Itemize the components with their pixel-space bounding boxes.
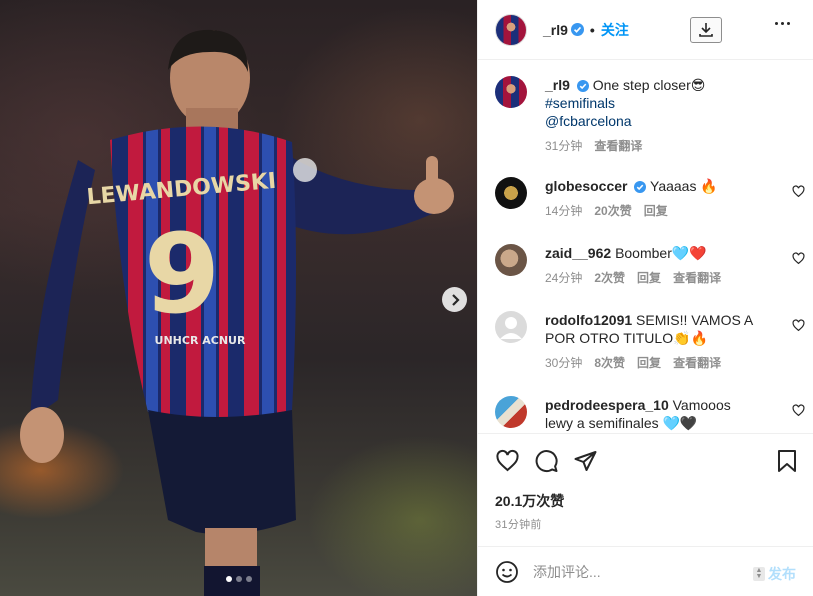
heart-icon[interactable]	[792, 319, 805, 332]
carousel-dot	[236, 576, 242, 582]
reply-button[interactable]: 回复	[644, 202, 668, 219]
more-icon	[781, 22, 784, 25]
comment-icon[interactable]	[534, 449, 559, 473]
comment-likes[interactable]: 20次赞	[594, 202, 631, 219]
translate-button[interactable]: 查看翻译	[673, 269, 721, 286]
heart-icon[interactable]	[495, 449, 520, 473]
player-illustration: LEWANDOWSKI 9 UNHCR ACNUR	[20, 29, 454, 596]
comment-text: Boomber🩵❤️	[615, 245, 707, 261]
commenter-avatar[interactable]	[495, 244, 527, 276]
comment-time[interactable]: 24分钟	[545, 269, 582, 286]
comments-list[interactable]: _rl9 One step closer😎 #semifinals @fcbar…	[478, 60, 813, 433]
caption: _rl9 One step closer😎 #semifinals @fcbar…	[495, 76, 805, 154]
carousel-dot	[246, 576, 252, 582]
translate-button[interactable]: 查看翻译	[673, 354, 721, 371]
comment-composer: ▲▼ 发布	[478, 546, 813, 596]
comment-item: globesoccer Yaaaas 🔥 14分钟 20次赞 回复	[495, 177, 805, 219]
save-icon[interactable]	[776, 449, 798, 473]
action-bar: 20.1万次赞 31分钟前	[478, 433, 813, 546]
caption-text: One step closer😎	[592, 77, 706, 93]
caption-username[interactable]: _rl9	[545, 77, 570, 93]
comment-username[interactable]: zaid__962	[545, 245, 611, 261]
verified-icon	[634, 181, 647, 193]
carousel-dot	[226, 576, 232, 582]
stepper-icon: ▲ ▼	[753, 567, 765, 581]
header-separator: •	[589, 21, 595, 38]
post-side-panel: _rl9 • 关注 _rl9 One step closer😎 #semifin…	[477, 0, 813, 596]
heart-icon[interactable]	[792, 404, 805, 417]
more-options-button[interactable]	[775, 22, 790, 25]
post-time[interactable]: 31分钟前	[495, 516, 542, 532]
sleeve-patch: UNHCR ACNUR	[155, 334, 246, 347]
reply-button[interactable]: 回复	[637, 354, 661, 371]
jersey-number: 9	[144, 210, 221, 338]
download-button[interactable]	[690, 17, 722, 43]
author-username[interactable]: _rl9	[543, 22, 568, 38]
more-icon	[775, 22, 778, 25]
comment-likes[interactable]: 2次赞	[594, 269, 625, 286]
likes-count[interactable]: 20.1万次赞	[495, 491, 564, 511]
comment-time[interactable]: 30分钟	[545, 354, 582, 371]
post-button[interactable]: ▲ ▼ 发布	[753, 564, 796, 584]
post-photo[interactable]: LEWANDOWSKI 9 UNHCR ACNUR	[0, 0, 477, 596]
commenter-avatar[interactable]	[495, 311, 527, 343]
carousel-dots	[226, 576, 252, 582]
heart-icon[interactable]	[792, 252, 805, 265]
comment-item: rodolfo12091 SEMIS!! VAMOS A POR OTRO TI…	[495, 311, 805, 371]
comment-item: zaid__962 Boomber🩵❤️ 24分钟 2次赞 回复 查看翻译	[495, 244, 805, 286]
comment-username[interactable]: pedrodeespera_10	[545, 397, 669, 413]
follow-button[interactable]: 关注	[601, 20, 629, 40]
commenter-avatar[interactable]	[495, 177, 527, 209]
next-photo-button[interactable]	[442, 287, 467, 312]
comment-likes[interactable]: 8次赞	[594, 354, 625, 371]
verified-icon	[576, 80, 589, 92]
comment-username[interactable]: rodolfo12091	[545, 312, 632, 328]
chevron-right-icon	[451, 293, 460, 306]
comment-item: pedrodeespera_10 Vamooos lewy a semifina…	[495, 396, 805, 432]
heart-icon[interactable]	[792, 185, 805, 198]
post-header: _rl9 • 关注	[478, 0, 813, 60]
more-icon	[787, 22, 790, 25]
caption-translate[interactable]: 查看翻译	[594, 137, 642, 154]
caption-mention[interactable]: @fcbarcelona	[545, 113, 632, 129]
caption-time[interactable]: 31分钟	[545, 137, 582, 154]
reply-button[interactable]: 回复	[637, 269, 661, 286]
default-avatar-icon	[500, 317, 522, 339]
post-button-label: 发布	[768, 566, 796, 582]
commenter-avatar[interactable]	[495, 396, 527, 428]
comment-input[interactable]	[533, 563, 743, 580]
comment-time[interactable]: 14分钟	[545, 202, 582, 219]
share-icon[interactable]	[573, 449, 598, 473]
download-icon	[699, 23, 713, 37]
comment-username[interactable]: globesoccer	[545, 178, 627, 194]
caption-avatar[interactable]	[495, 76, 527, 108]
emoji-icon[interactable]	[495, 560, 519, 584]
caption-hashtag[interactable]: #semifinals	[545, 95, 615, 111]
verified-icon	[570, 23, 584, 36]
comment-text: Yaaaas 🔥	[650, 178, 718, 194]
author-avatar[interactable]	[495, 13, 527, 46]
